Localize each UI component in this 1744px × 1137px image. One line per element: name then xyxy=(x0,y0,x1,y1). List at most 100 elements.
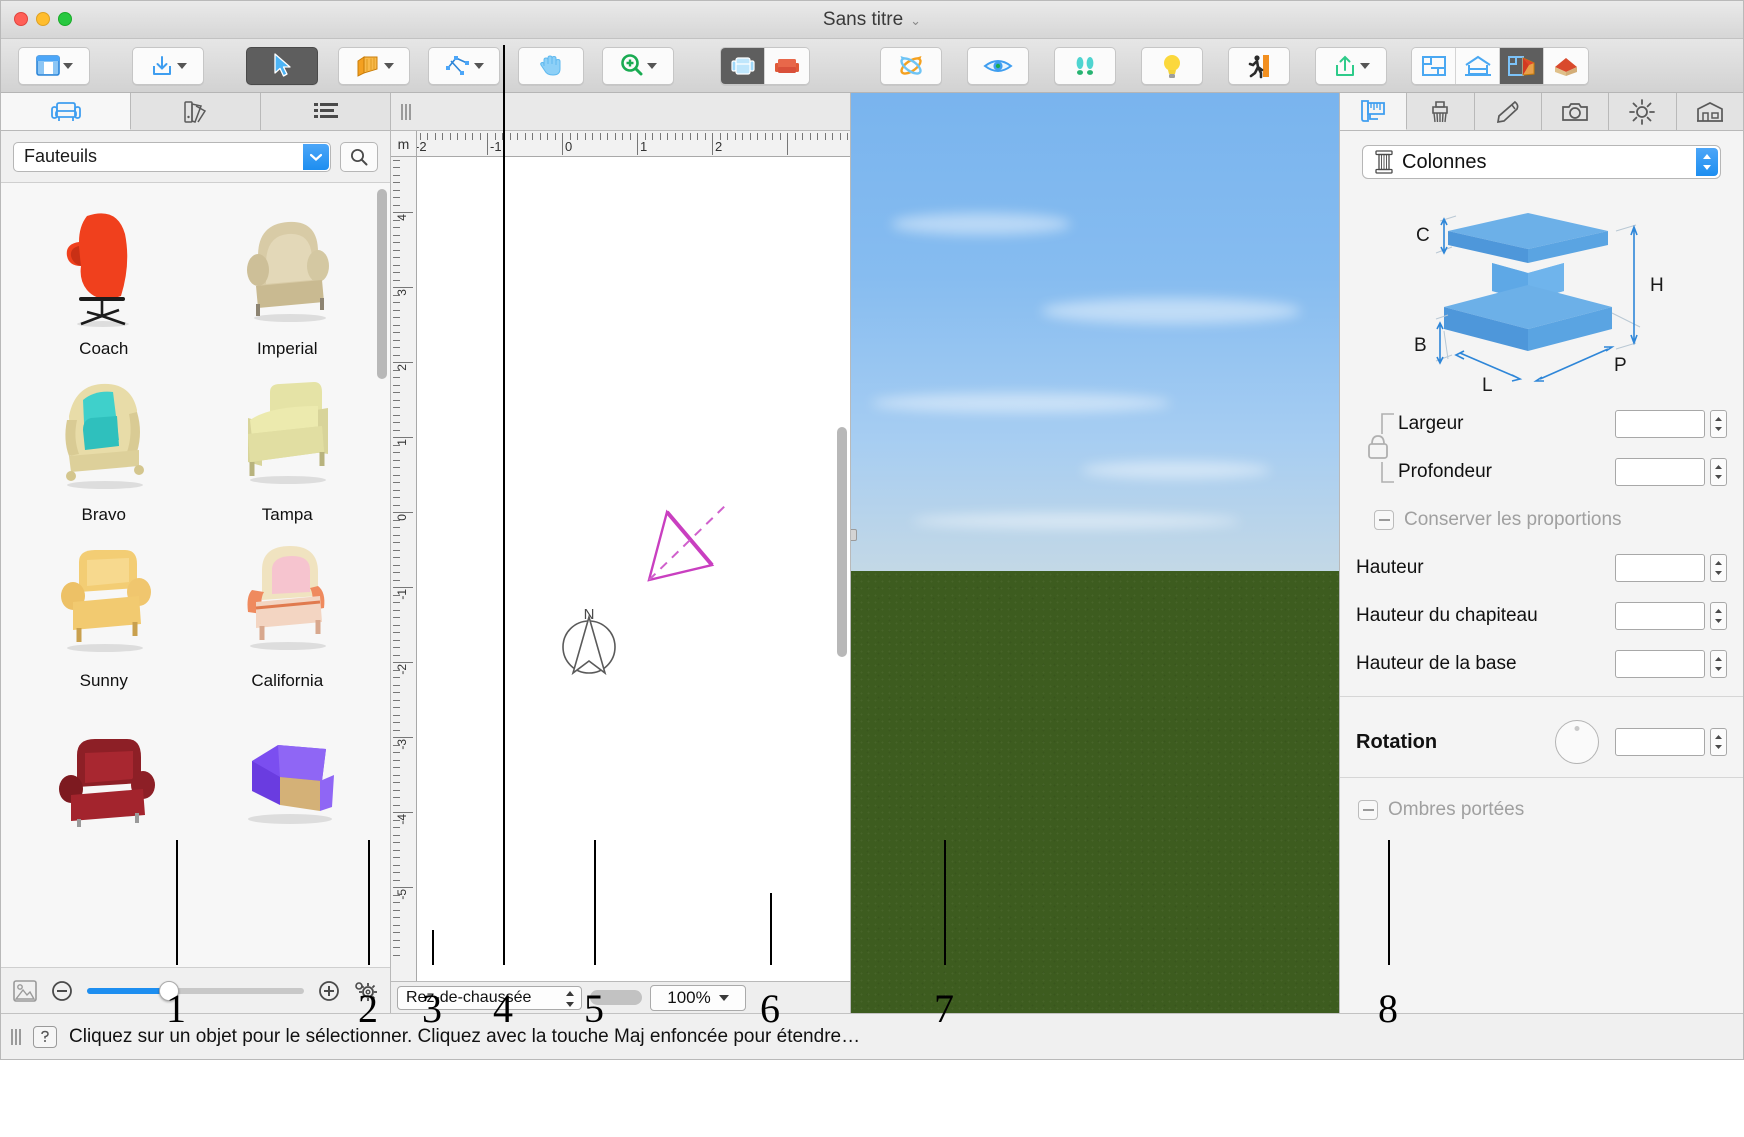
catalog-tabstrip[interactable] xyxy=(1,93,390,131)
list-item[interactable] xyxy=(199,697,377,837)
virtual-visit-button[interactable] xyxy=(765,47,809,84)
width-stepper[interactable] xyxy=(1710,410,1727,438)
catalog-scrollbar[interactable] xyxy=(377,189,387,379)
shadows-row[interactable]: Ombres portées xyxy=(1340,786,1743,834)
export-share-button[interactable] xyxy=(1315,46,1387,85)
chevron-down-icon[interactable] xyxy=(1359,62,1370,69)
shadows-checkbox[interactable] xyxy=(1358,800,1378,820)
stepper-updown-icon[interactable] xyxy=(565,990,575,1008)
search-button[interactable] xyxy=(340,141,378,172)
width-input[interactable] xyxy=(1615,410,1705,438)
list-item[interactable] xyxy=(15,697,193,837)
help-question-icon[interactable] xyxy=(33,1025,57,1048)
panels-toggle-button[interactable] xyxy=(18,46,90,85)
share-export-icon xyxy=(1333,54,1357,78)
plan-horizontal-scrollbar[interactable] xyxy=(590,990,642,1005)
catalog-grid-container[interactable]: Coach Imperial Bravo Tampa Sunny Califor… xyxy=(1,183,390,967)
chevron-down-icon[interactable] xyxy=(303,143,329,170)
import-furniture-button[interactable] xyxy=(132,46,204,85)
title-chevron-icon[interactable]: ⌄ xyxy=(910,13,921,28)
field-label: Hauteur de la base xyxy=(1356,653,1517,674)
building-icon xyxy=(1696,101,1724,123)
roof-3d-view-button[interactable] xyxy=(1544,47,1588,84)
select-tool-button[interactable] xyxy=(246,46,318,85)
create-walls-button[interactable] xyxy=(338,46,410,85)
footprints-button[interactable] xyxy=(1054,46,1116,85)
tab-list[interactable] xyxy=(261,93,390,130)
main-toolbar xyxy=(1,39,1743,93)
zoom-out-icon[interactable] xyxy=(51,980,73,1002)
list-item[interactable]: Coach xyxy=(15,199,193,359)
split-divider-handle[interactable] xyxy=(851,529,857,541)
view-kind-group[interactable] xyxy=(1411,46,1589,85)
image-placeholder-icon[interactable] xyxy=(13,979,37,1002)
list-item[interactable]: Imperial xyxy=(199,199,377,359)
eye-view-button[interactable] xyxy=(967,46,1029,85)
aerial-sofa-icon xyxy=(730,55,756,77)
tab-paint[interactable] xyxy=(1407,93,1475,130)
depth-input[interactable] xyxy=(1615,458,1705,486)
zoom-level-select[interactable]: 100% xyxy=(650,984,746,1011)
lock-icon[interactable] xyxy=(1356,400,1396,496)
rotate-3d-button[interactable] xyxy=(880,46,942,85)
tab-measure[interactable] xyxy=(1340,93,1408,130)
rotation-input[interactable] xyxy=(1615,728,1705,756)
rotation-dial[interactable] xyxy=(1555,720,1599,764)
chevron-down-icon[interactable] xyxy=(383,62,394,69)
view-mode-group[interactable] xyxy=(720,46,810,85)
base-height-stepper[interactable] xyxy=(1710,650,1727,678)
grip-icon[interactable] xyxy=(11,1028,21,1045)
aerial-view-button[interactable] xyxy=(721,47,765,84)
stepper-updown-icon[interactable] xyxy=(1696,148,1718,176)
list-item[interactable]: Bravo xyxy=(15,365,193,525)
plan-3d-split-button[interactable] xyxy=(1500,47,1544,84)
chevron-down-icon[interactable] xyxy=(176,62,187,69)
height-stepper[interactable] xyxy=(1710,554,1727,582)
height-input[interactable] xyxy=(1615,554,1705,582)
tab-building[interactable] xyxy=(1676,93,1743,130)
plan-canvas[interactable]: N xyxy=(417,157,850,981)
zoom-in-icon[interactable] xyxy=(318,980,340,1002)
furniture-thumbnail xyxy=(15,199,193,329)
catalog-zoom-slider[interactable] xyxy=(87,980,304,1001)
tab-furniture[interactable] xyxy=(1,93,131,130)
tab-draw[interactable] xyxy=(1474,93,1542,130)
tab-materials[interactable] xyxy=(131,93,261,130)
depth-stepper[interactable] xyxy=(1710,458,1727,486)
rotation-stepper[interactable] xyxy=(1710,728,1727,756)
chevron-down-icon[interactable] xyxy=(718,994,729,1001)
capital-height-input[interactable] xyxy=(1615,602,1705,630)
capital-height-stepper[interactable] xyxy=(1710,602,1727,630)
lights-button[interactable] xyxy=(1141,46,1203,85)
inspector-tabstrip[interactable] xyxy=(1340,93,1743,131)
zoom-level-value: 100% xyxy=(667,987,711,1007)
keep-proportions-checkbox[interactable] xyxy=(1374,510,1394,530)
floorplan-icon xyxy=(1421,55,1447,77)
chevron-down-icon[interactable] xyxy=(62,62,73,69)
tab-camera[interactable] xyxy=(1541,93,1610,130)
pan-tool-button[interactable] xyxy=(518,46,584,85)
plan-view[interactable]: m -2-1012 43210-1-2-3-4-5 xyxy=(391,131,850,981)
zoom-tool-button[interactable] xyxy=(602,46,674,85)
walk-through-button[interactable] xyxy=(1228,46,1290,85)
chevron-down-icon[interactable] xyxy=(647,62,657,69)
keep-proportions-row[interactable]: Conserver les proportions xyxy=(1356,496,1727,544)
three-d-view[interactable] xyxy=(851,93,1339,1013)
grip-icon[interactable] xyxy=(401,103,411,120)
divider xyxy=(1340,696,1743,697)
elevation-view-button[interactable] xyxy=(1456,47,1500,84)
tab-sun[interactable] xyxy=(1609,93,1677,130)
create-dimensions-button[interactable] xyxy=(428,46,500,85)
object-type-select[interactable]: Colonnes xyxy=(1362,145,1721,179)
plan-view-button[interactable] xyxy=(1412,47,1456,84)
list-item[interactable]: Sunny xyxy=(15,531,193,691)
chevron-down-icon[interactable] xyxy=(473,62,484,69)
gear-icon[interactable] xyxy=(354,979,378,1003)
level-select[interactable]: Rez-de-chaussée xyxy=(397,985,582,1010)
slider-knob[interactable] xyxy=(158,980,179,1001)
plan-vertical-scrollbar[interactable] xyxy=(837,427,847,657)
base-height-input[interactable] xyxy=(1615,650,1705,678)
list-item[interactable]: California xyxy=(199,531,377,691)
list-item[interactable]: Tampa xyxy=(199,365,377,525)
category-select[interactable]: Fauteuils xyxy=(13,141,331,172)
